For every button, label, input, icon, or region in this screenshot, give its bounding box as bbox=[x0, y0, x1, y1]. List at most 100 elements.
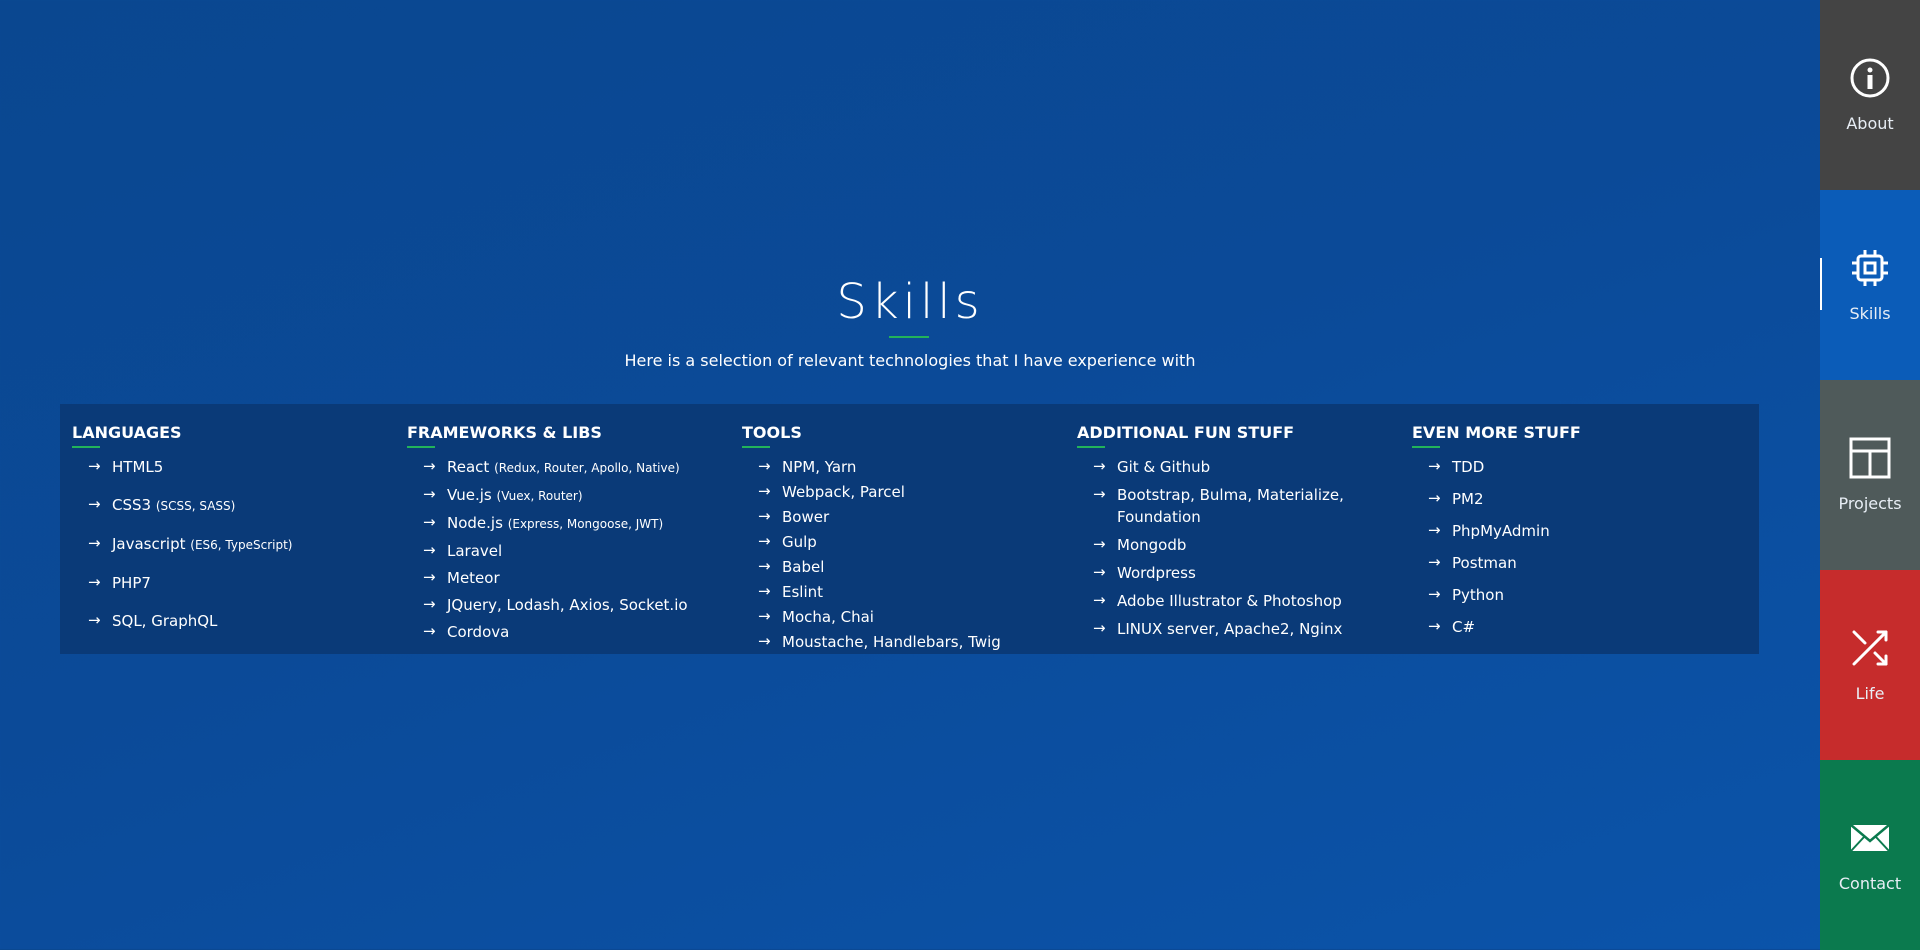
list-item: → CSS3 (SCSS, SASS) bbox=[88, 495, 236, 514]
nav-item-about[interactable]: About bbox=[1820, 0, 1920, 190]
list-item: → LINUX server, Apache2, Nginx bbox=[1093, 619, 1343, 638]
arrow-right-icon: → bbox=[88, 457, 101, 475]
arrow-right-icon: → bbox=[423, 485, 436, 503]
list-item: → Mongodb bbox=[1093, 535, 1187, 554]
list-item: → Babel bbox=[758, 557, 825, 576]
column-heading: ADDITIONAL FUN STUFF bbox=[1077, 422, 1412, 448]
list-item: → Javascript (ES6, TypeScript) bbox=[88, 534, 293, 553]
arrow-right-icon: → bbox=[1093, 563, 1106, 581]
nav-label: About bbox=[1846, 114, 1894, 133]
list-item: → Postman bbox=[1428, 553, 1517, 572]
arrow-right-icon: → bbox=[423, 595, 436, 613]
nav-item-skills[interactable]: Skills bbox=[1820, 190, 1920, 380]
side-nav: About Skills Projects Life Contact bbox=[1820, 0, 1920, 950]
shuffle-icon bbox=[1852, 630, 1888, 666]
arrow-right-icon: → bbox=[423, 622, 436, 640]
list-item: → PM2 bbox=[1428, 489, 1484, 508]
column-heading: LANGUAGES bbox=[72, 422, 407, 448]
list-item: → Git & Github bbox=[1093, 457, 1211, 476]
arrow-right-icon: → bbox=[1428, 521, 1441, 539]
arrow-right-icon: → bbox=[1093, 535, 1106, 553]
nav-label: Contact bbox=[1838, 874, 1902, 893]
list-item: → Eslint bbox=[758, 582, 824, 601]
arrow-right-icon: → bbox=[758, 457, 771, 475]
skills-list: → NPM, Yarn → Webpack, Parcel → Bower → Gulp… bbox=[742, 456, 1077, 653]
page-title: Skills bbox=[836, 274, 984, 330]
list-item: → Meteor bbox=[423, 568, 500, 587]
list-item: → HTML5 bbox=[88, 457, 164, 476]
arrow-right-icon: → bbox=[88, 534, 101, 552]
nav-item-life[interactable]: Life bbox=[1820, 570, 1920, 760]
list-item: → Bower bbox=[758, 507, 830, 526]
page-subtitle: Here is a selection of relevant technolo… bbox=[624, 351, 1196, 370]
list-item: → SQL, GraphQL bbox=[88, 611, 218, 630]
arrow-right-icon: → bbox=[1428, 617, 1441, 635]
arrow-right-icon: → bbox=[1428, 553, 1441, 571]
mail-icon bbox=[1850, 824, 1890, 852]
arrow-right-icon: → bbox=[1428, 489, 1441, 507]
arrow-right-icon: → bbox=[1428, 585, 1441, 603]
list-item: → Gulp bbox=[758, 532, 817, 551]
skills-panel: LANGUAGES → HTML5 → CSS3 (SCSS, SASS) → Jav… bbox=[60, 404, 1759, 654]
arrow-right-icon: → bbox=[1428, 457, 1441, 475]
column-heading: FRAMEWORKS & LIBS bbox=[407, 422, 742, 448]
skills-column-languages: LANGUAGES → HTML5 → CSS3 (SCSS, SASS) → Jav… bbox=[72, 418, 407, 654]
arrow-right-icon: → bbox=[758, 482, 771, 500]
arrow-right-icon: → bbox=[758, 507, 771, 525]
list-item: → React (Redux, Router, Apollo, Native) bbox=[423, 457, 680, 476]
skills-list: → React (Redux, Router, Apollo, Native) →… bbox=[407, 456, 742, 643]
skills-list: → Git & Github → Bootstrap, Bulma, Materia… bbox=[1077, 456, 1412, 640]
list-item: → Wordpress bbox=[1093, 563, 1196, 582]
list-item: → Laravel bbox=[423, 541, 503, 560]
skills-column-tools: TOOLS → NPM, Yarn → Webpack, Parcel → Bower… bbox=[742, 418, 1077, 654]
arrow-right-icon: → bbox=[88, 495, 101, 513]
info-icon bbox=[1850, 58, 1890, 98]
list-item: → C# bbox=[1428, 617, 1476, 636]
chip-icon bbox=[1852, 250, 1888, 286]
skills-section: Skills Here is a selection of relevant t… bbox=[0, 0, 1820, 949]
nav-item-projects[interactable]: Projects bbox=[1820, 380, 1920, 570]
nav-label: Skills bbox=[1849, 304, 1891, 323]
skills-column-fun-stuff: ADDITIONAL FUN STUFF → Git & Github → Boot… bbox=[1077, 418, 1412, 654]
arrow-right-icon: → bbox=[423, 568, 436, 586]
arrow-right-icon: → bbox=[758, 582, 771, 600]
nav-label: Projects bbox=[1838, 494, 1902, 513]
list-item: → Webpack, Parcel bbox=[758, 482, 905, 501]
arrow-right-icon: → bbox=[423, 541, 436, 559]
arrow-right-icon: → bbox=[423, 457, 436, 475]
list-item: → Python bbox=[1428, 585, 1504, 604]
list-item: → Moustache, Handlebars, Twig bbox=[758, 632, 1001, 651]
list-item: → Bootstrap, Bulma, Materialize, Foundati… bbox=[1093, 485, 1344, 526]
table-icon bbox=[1849, 437, 1891, 479]
list-item: → Cordova bbox=[423, 622, 510, 641]
arrow-right-icon: → bbox=[88, 611, 101, 629]
arrow-right-icon: → bbox=[758, 607, 771, 625]
list-item: → JQuery, Lodash, Axios, Socket.io bbox=[423, 595, 688, 614]
skills-column-frameworks: FRAMEWORKS & LIBS → React (Redux, Router,… bbox=[407, 418, 742, 654]
nav-item-contact[interactable]: Contact bbox=[1820, 760, 1920, 950]
arrow-right-icon: → bbox=[758, 557, 771, 575]
arrow-right-icon: → bbox=[88, 573, 101, 591]
arrow-right-icon: → bbox=[423, 513, 436, 531]
arrow-right-icon: → bbox=[1093, 457, 1106, 475]
column-heading: TOOLS bbox=[742, 422, 1077, 448]
skills-list: → HTML5 → CSS3 (SCSS, SASS) → Javascript (E… bbox=[72, 456, 407, 632]
skills-column-even-more: EVEN MORE STUFF → TDD → PM2 → PhpMyAdmin → P… bbox=[1412, 418, 1747, 654]
arrow-right-icon: → bbox=[1093, 591, 1106, 609]
list-item: → TDD bbox=[1428, 457, 1485, 476]
list-item: → Node.js (Express, Mongoose, JWT) bbox=[423, 513, 664, 532]
list-item: → NPM, Yarn bbox=[758, 457, 857, 476]
arrow-right-icon: → bbox=[1093, 619, 1106, 637]
nav-label: Life bbox=[1855, 684, 1885, 703]
list-item: → Vue.js (Vuex, Router) bbox=[423, 485, 583, 504]
column-heading: EVEN MORE STUFF bbox=[1412, 422, 1747, 448]
arrow-right-icon: → bbox=[758, 632, 771, 650]
list-item: → Mocha, Chai bbox=[758, 607, 874, 626]
active-indicator bbox=[1820, 258, 1822, 310]
title-underline bbox=[889, 336, 929, 338]
skills-list: → TDD → PM2 → PhpMyAdmin → Postman → Python →… bbox=[1412, 456, 1747, 638]
arrow-right-icon: → bbox=[1093, 485, 1106, 503]
arrow-right-icon: → bbox=[758, 532, 771, 550]
list-item: → PHP7 bbox=[88, 573, 151, 592]
list-item: → PhpMyAdmin bbox=[1428, 521, 1550, 540]
